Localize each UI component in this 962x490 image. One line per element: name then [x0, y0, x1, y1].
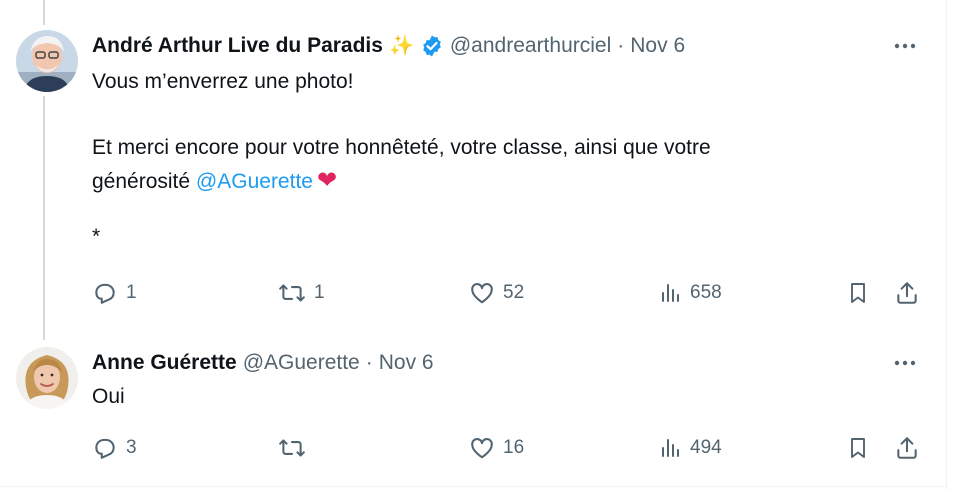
mention-link[interactable]: @AGuerette — [196, 170, 313, 193]
tweet-text: Vous m’enverrez une photo! Et merci enco… — [92, 65, 872, 253]
like-icon — [471, 438, 493, 459]
bookmark-button[interactable] — [846, 278, 870, 308]
tweet-header: André Arthur Live du Paradis ✨ @andreart… — [92, 33, 685, 59]
reply-button[interactable]: 3 — [92, 433, 137, 463]
more-icon[interactable] — [890, 31, 920, 61]
views-icon — [662, 439, 679, 457]
avatar-anne-guerette[interactable] — [16, 347, 78, 409]
like-button[interactable]: 52 — [469, 278, 524, 308]
red-heart-emoji: ❤ — [316, 167, 338, 194]
share-button[interactable] — [894, 433, 920, 463]
like-count: 16 — [503, 437, 525, 458]
retweet-count: 1 — [314, 282, 325, 303]
text-line-with-mention: générosité @AGuerette ❤ — [92, 164, 872, 198]
like-button[interactable]: 16 — [469, 433, 524, 463]
display-name[interactable]: André Arthur Live du Paradis — [92, 33, 383, 59]
like-icon — [471, 283, 493, 304]
retweet-icon — [279, 439, 305, 457]
text-line: Oui — [92, 385, 125, 408]
text-line: Vous m’enverrez une photo! — [92, 70, 354, 93]
reply-icon — [95, 438, 115, 459]
views-icon — [662, 284, 679, 302]
action-bar: 3 16 494 — [92, 433, 922, 463]
retweet-button[interactable] — [278, 433, 314, 463]
right-divider — [946, 0, 947, 490]
tweet-2[interactable]: Anne Guérette @AGuerette · Nov 6 Oui 3 1… — [0, 340, 946, 486]
timestamp[interactable]: Nov 6 — [379, 350, 434, 376]
sparkles-emoji: ✨ — [388, 35, 414, 57]
text-line: Et merci encore pour votre honnêteté, vo… — [92, 136, 711, 159]
bookmark-icon — [851, 438, 865, 458]
views-button[interactable]: 658 — [658, 278, 722, 308]
tweet-text: Oui — [92, 380, 872, 413]
bookmark-button[interactable] — [846, 433, 870, 463]
retweet-icon — [279, 284, 305, 302]
bottom-divider — [0, 486, 946, 487]
separator: · — [617, 34, 625, 57]
share-icon — [897, 282, 917, 304]
reply-icon — [95, 283, 115, 304]
reply-count: 1 — [126, 282, 137, 303]
tweet-1[interactable]: André Arthur Live du Paradis ✨ @andreart… — [0, 0, 946, 340]
tweet-header: Anne Guérette @AGuerette · Nov 6 — [92, 350, 434, 376]
verified-badge-icon — [420, 34, 444, 58]
handle[interactable]: @AGuerette — [243, 350, 360, 376]
reply-count: 3 — [126, 437, 137, 458]
action-bar: 1 1 52 658 — [92, 278, 922, 308]
retweet-button[interactable]: 1 — [278, 278, 325, 308]
text-line: * — [92, 225, 101, 248]
display-name[interactable]: Anne Guérette — [92, 350, 237, 376]
bookmark-icon — [851, 283, 865, 303]
timestamp[interactable]: Nov 6 — [630, 33, 685, 59]
views-count: 658 — [690, 282, 722, 303]
share-icon — [897, 437, 917, 459]
text-fragment: générosité — [92, 170, 191, 193]
separator: · — [365, 351, 373, 374]
reply-button[interactable]: 1 — [92, 278, 137, 308]
views-button[interactable]: 494 — [658, 433, 722, 463]
handle[interactable]: @andrearthurciel — [450, 33, 611, 59]
more-icon[interactable] — [890, 348, 920, 378]
share-button[interactable] — [894, 278, 920, 308]
views-count: 494 — [690, 437, 722, 458]
like-count: 52 — [503, 282, 525, 303]
avatar-andre-arthur[interactable] — [16, 30, 78, 92]
